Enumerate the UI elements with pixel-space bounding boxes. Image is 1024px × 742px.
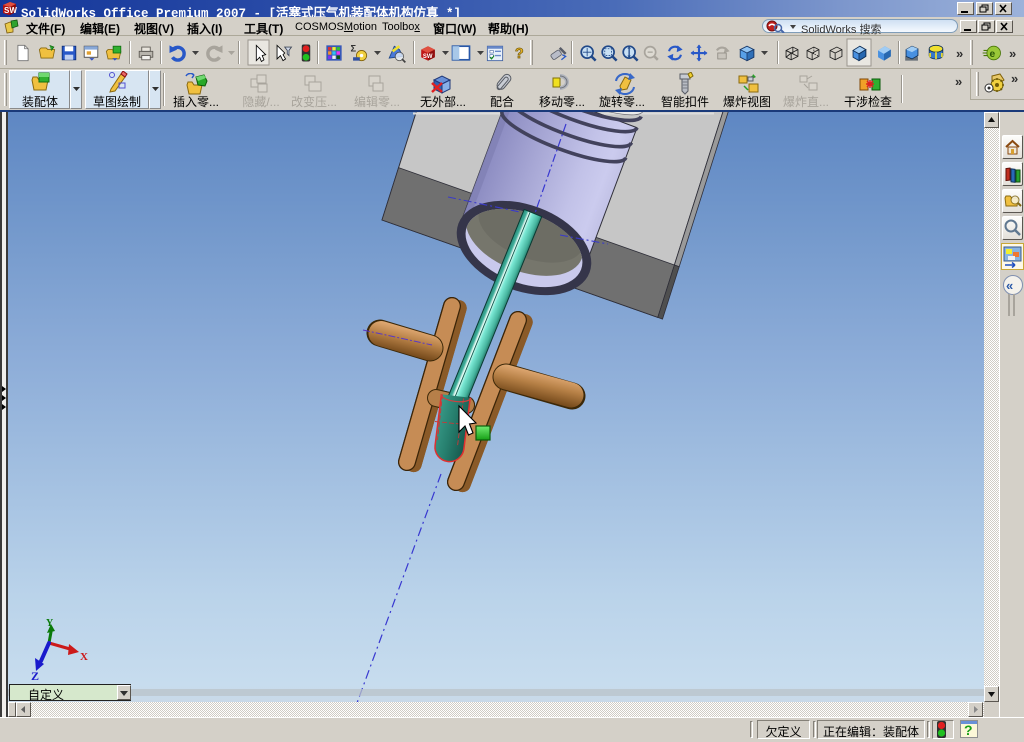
- svg-text:X: X: [80, 651, 88, 663]
- svg-text:Y: Y: [46, 618, 54, 629]
- svg-text:?: ?: [515, 46, 524, 62]
- svg-text:Σ: Σ: [351, 43, 357, 53]
- svg-text:SW: SW: [4, 6, 17, 15]
- svg-text:»: »: [1011, 72, 1018, 84]
- svg-text:e: e: [989, 49, 995, 60]
- svg-text:SW: SW: [423, 54, 433, 60]
- svg-text:»: »: [955, 75, 962, 87]
- svg-text:»: »: [1009, 46, 1016, 61]
- svg-text:«: «: [1006, 278, 1013, 293]
- svg-text:Z: Z: [31, 669, 39, 683]
- svg-text:»: »: [956, 46, 963, 61]
